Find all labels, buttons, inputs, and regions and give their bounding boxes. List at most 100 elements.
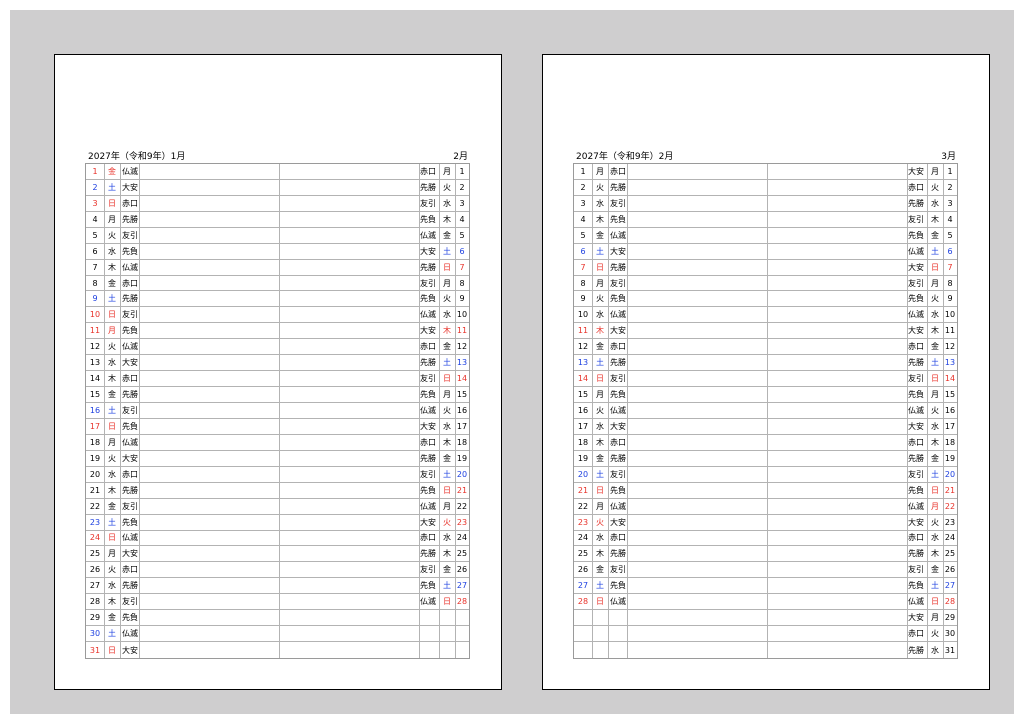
calendar-row: 24 水赤口 赤口水 24 [574,531,957,547]
weekday-next-month: 火 [931,182,939,192]
rokuyo-next-month: 友引 [420,374,436,384]
rokuyo: 先勝 [122,294,138,304]
day-number-next-month: 3 [947,198,953,208]
page-title-left: 2027年（令和9年）1月 [88,152,186,162]
day-number: 26 [577,565,589,575]
weekday: 日 [596,262,604,272]
day-number: 3 [580,198,586,208]
calendar-row: 4 月先勝 先負木 4 [86,212,469,228]
rokuyo-next-month: 大安 [908,166,924,176]
day-number-next-month: 15 [456,390,468,400]
day-number-next-month: 8 [947,278,953,288]
weekday-next-month: 土 [443,469,451,479]
weekday-next-month: 木 [931,326,939,336]
weekday-next-month [439,610,455,625]
rokuyo-next-month: 仏滅 [420,230,436,240]
rokuyo: 大安 [610,517,626,527]
rokuyo: 先負 [610,581,626,591]
day-number: 4 [580,214,586,224]
rokuyo: 先負 [610,214,626,224]
rokuyo: 大安 [122,182,138,192]
rokuyo-next-month: 先勝 [420,262,436,272]
calendar-row: 21 日先負 先負日 21 [574,483,957,499]
weekday-next-month: 水 [931,198,939,208]
rokuyo-next-month: 赤口 [908,629,924,639]
weekday: 木 [108,485,116,495]
rokuyo-next-month: 赤口 [420,437,436,447]
rokuyo: 先勝 [122,390,138,400]
weekday-next-month: 金 [931,230,939,240]
weekday: 月 [596,501,604,511]
rokuyo-next-month: 先勝 [420,358,436,368]
rokuyo: 赤口 [122,198,138,208]
weekday-next-month: 日 [931,597,939,607]
day-number: 25 [89,549,101,559]
weekday: 水 [596,310,604,320]
day-number: 19 [89,453,101,463]
weekday: 木 [596,549,604,559]
weekday: 金 [596,565,604,575]
weekday: 火 [596,294,604,304]
weekday-next-month: 水 [931,421,939,431]
weekday-next-month: 水 [931,310,939,320]
rokuyo: 先負 [610,390,626,400]
day-number: 5 [580,230,586,240]
rokuyo-next-month: 先勝 [908,645,924,655]
calendar-row: 1 月赤口 大安月 1 [574,164,957,180]
weekday: 日 [108,198,116,208]
rokuyo-next-month: 仏滅 [908,501,924,511]
day-number-next-month: 3 [459,198,465,208]
day-number-next-month: 25 [456,549,468,559]
weekday: 土 [108,405,116,415]
weekday: 金 [596,453,604,463]
weekday-next-month: 木 [443,214,451,224]
rokuyo: 赤口 [610,437,626,447]
day-number-next-month: 10 [456,310,468,320]
day-number-next-month: 14 [456,374,468,384]
calendar-row: 13 土先勝 先勝土 13 [574,355,957,372]
day-number: 15 [89,390,101,400]
weekday-next-month: 月 [931,501,939,511]
day-number: 20 [577,469,589,479]
day-number-next-month: 30 [944,629,956,639]
day-number: 6 [92,246,98,256]
calendar-row: 10 水仏滅 仏滅水 10 [574,307,957,324]
weekday-next-month: 火 [931,629,939,639]
weekday-next-month: 木 [443,549,451,559]
weekday-next-month: 水 [443,310,451,320]
rokuyo: 赤口 [122,469,138,479]
day-number-next-month: 24 [944,533,956,543]
day-number-next-month: 5 [459,230,465,240]
day-number-next-month [455,642,469,658]
weekday: 木 [596,326,604,336]
calendar-row: 6 土大安 仏滅土 6 [574,244,957,260]
calendar-row: 16 火仏滅 仏滅火 16 [574,403,957,419]
viewer-background: 2027年（令和9年）1月 2月 1 金仏滅 赤口月 1 2 土大安 先勝火 2 3 日赤口 友引水… [10,10,1014,714]
weekday: 日 [596,485,604,495]
day-number-next-month: 11 [456,326,468,336]
weekday-next-month: 日 [443,374,451,384]
day-number-next-month [455,610,469,625]
calendar-row: 20 水赤口 友引土 20 [86,467,469,483]
weekday-next-month: 水 [443,198,451,208]
weekday: 木 [596,214,604,224]
weekday-next-month: 月 [931,278,939,288]
day-number: 18 [89,437,101,447]
weekday: 水 [108,246,116,256]
day-number-next-month: 28 [944,597,956,607]
rokuyo: 友引 [122,597,138,607]
weekday [592,626,608,641]
rokuyo: 先勝 [610,358,626,368]
weekday: 日 [108,421,116,431]
rokuyo-next-month: 先勝 [908,198,924,208]
rokuyo: 赤口 [122,278,138,288]
page-title-right: 2月 [453,152,468,162]
weekday: 月 [108,326,116,336]
calendar-row: 15 月先負 先負月 15 [574,387,957,404]
weekday: 火 [108,453,116,463]
weekday: 月 [596,278,604,288]
calendar-row: 25 木先勝 先勝木 25 [574,546,957,563]
weekday-next-month: 月 [443,166,451,176]
rokuyo-next-month: 友引 [908,214,924,224]
day-number-next-month: 2 [459,182,465,192]
